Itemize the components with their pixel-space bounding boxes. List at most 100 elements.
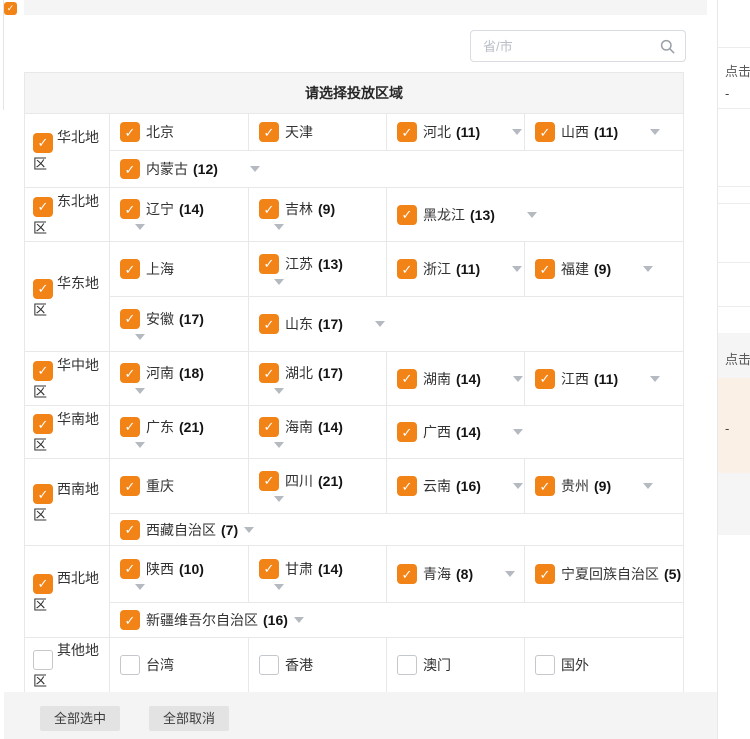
province-option[interactable]: 海南(14) (259, 417, 386, 437)
province-option[interactable]: 天津 (259, 122, 386, 142)
province-cell[interactable]: 云南(16) (386, 459, 524, 513)
checkbox-checked[interactable] (120, 363, 140, 383)
checkbox-checked[interactable] (397, 122, 417, 142)
province-option[interactable]: 重庆 (120, 476, 248, 496)
province-cell[interactable]: 西藏自治区(7) (110, 514, 683, 545)
chevron-down-icon[interactable] (512, 266, 522, 272)
checkbox-checked[interactable] (120, 122, 140, 142)
province-option[interactable]: 广东(21) (120, 417, 248, 437)
checkbox-checked[interactable] (259, 471, 279, 491)
province-cell[interactable]: 国外 (524, 638, 683, 692)
province-cell[interactable]: 湖南(14) (386, 352, 524, 405)
province-search-box[interactable] (470, 30, 686, 62)
chevron-down-icon[interactable] (513, 376, 523, 382)
province-cell[interactable]: 宁夏回族自治区(5) (524, 546, 683, 602)
chevron-down-icon[interactable] (274, 224, 284, 230)
province-cell[interactable]: 北京 (110, 114, 248, 150)
chevron-down-icon[interactable] (650, 129, 660, 135)
region-group-option[interactable]: 东北地区 (25, 188, 109, 241)
chevron-down-icon[interactable] (650, 376, 660, 382)
province-cell[interactable]: 香港 (248, 638, 386, 692)
province-option[interactable]: 上海 (120, 259, 248, 279)
region-checkbox[interactable] (33, 361, 53, 381)
province-option[interactable]: 西藏自治区(7) (120, 520, 683, 540)
region-checkbox[interactable] (33, 133, 53, 153)
checkbox-checked[interactable] (397, 476, 417, 496)
province-option[interactable]: 国外 (535, 655, 683, 675)
province-cell[interactable]: 湖北(17) (248, 352, 386, 405)
province-option[interactable]: 湖北(17) (259, 363, 386, 383)
chevron-down-icon[interactable] (135, 224, 145, 230)
province-option[interactable]: 福建(9) (535, 259, 683, 279)
region-checkbox[interactable] (33, 414, 53, 434)
checkbox-checked[interactable] (397, 205, 417, 225)
region-group-option[interactable]: 其他地区 (25, 638, 109, 692)
province-cell[interactable]: 广东(21) (110, 406, 248, 458)
province-cell[interactable]: 内蒙古(12) (110, 151, 683, 187)
checkbox-checked[interactable] (259, 314, 279, 334)
deselect-all-button[interactable]: 全部取消 (149, 706, 229, 731)
chevron-down-icon[interactable] (513, 429, 523, 435)
province-cell[interactable]: 黑龙江(13) (386, 188, 683, 241)
chevron-down-icon[interactable] (274, 584, 284, 590)
province-option[interactable]: 山西(11) (535, 122, 683, 142)
province-cell[interactable]: 天津 (248, 114, 386, 150)
chevron-down-icon[interactable] (135, 442, 145, 448)
region-checkbox[interactable] (33, 197, 53, 217)
province-cell[interactable]: 重庆 (110, 459, 248, 513)
checkbox-checked[interactable] (397, 369, 417, 389)
province-option[interactable]: 辽宁(14) (120, 199, 248, 219)
checkbox-checked[interactable] (259, 122, 279, 142)
chevron-down-icon[interactable] (274, 388, 284, 394)
checkbox-checked[interactable] (397, 564, 417, 584)
checkbox-unchecked[interactable] (259, 655, 279, 675)
province-cell[interactable]: 安徽(17) (110, 297, 248, 351)
checkbox-checked[interactable] (120, 520, 140, 540)
province-option[interactable]: 青海(8) (397, 564, 524, 584)
province-cell[interactable]: 江西(11) (524, 352, 683, 405)
chevron-down-icon[interactable] (274, 496, 284, 502)
province-cell[interactable]: 贵州(9) (524, 459, 683, 513)
checkbox-checked[interactable] (259, 199, 279, 219)
checkbox-checked[interactable] (535, 259, 555, 279)
search-icon[interactable] (660, 39, 675, 54)
province-cell[interactable]: 河北(11) (386, 114, 524, 150)
province-option[interactable]: 山东(17) (259, 314, 683, 334)
province-cell[interactable]: 山西(11) (524, 114, 683, 150)
region-checkbox[interactable] (33, 574, 53, 594)
province-cell[interactable]: 辽宁(14) (110, 188, 248, 241)
checkbox-unchecked[interactable] (120, 655, 140, 675)
chevron-down-icon[interactable] (135, 334, 145, 340)
chevron-down-icon[interactable] (375, 321, 385, 327)
region-group-option[interactable]: 华南地区 (25, 406, 109, 458)
checkbox-checked[interactable] (120, 559, 140, 579)
checkbox-checked[interactable] (535, 564, 555, 584)
search-input[interactable] (481, 38, 660, 55)
province-cell[interactable]: 陕西(10) (110, 546, 248, 602)
province-option[interactable]: 黑龙江(13) (397, 205, 683, 225)
checkbox-checked[interactable] (259, 417, 279, 437)
checkbox-checked[interactable] (535, 122, 555, 142)
region-group-option[interactable]: 华东地区 (25, 242, 109, 351)
chevron-down-icon[interactable] (294, 617, 304, 623)
checkbox-checked[interactable] (120, 309, 140, 329)
chevron-down-icon[interactable] (512, 129, 522, 135)
checkbox-checked[interactable] (120, 159, 140, 179)
province-cell[interactable]: 上海 (110, 242, 248, 296)
province-cell[interactable]: 广西(14) (386, 406, 683, 458)
province-cell[interactable]: 吉林(9) (248, 188, 386, 241)
province-option[interactable]: 湖南(14) (397, 369, 524, 389)
checkbox-checked[interactable] (397, 259, 417, 279)
province-option[interactable]: 新疆维吾尔自治区(16) (120, 610, 683, 630)
province-option[interactable]: 江西(11) (535, 369, 683, 389)
province-option[interactable]: 浙江(11) (397, 259, 524, 279)
chevron-down-icon[interactable] (274, 279, 284, 285)
province-option[interactable]: 吉林(9) (259, 199, 386, 219)
checkbox-checked[interactable] (120, 610, 140, 630)
province-cell[interactable]: 澳门 (386, 638, 524, 692)
chevron-down-icon[interactable] (643, 483, 653, 489)
select-all-button[interactable]: 全部选中 (40, 706, 120, 731)
chevron-down-icon[interactable] (513, 483, 523, 489)
corner-checkbox-checked[interactable] (4, 2, 17, 15)
province-option[interactable]: 陕西(10) (120, 559, 248, 579)
